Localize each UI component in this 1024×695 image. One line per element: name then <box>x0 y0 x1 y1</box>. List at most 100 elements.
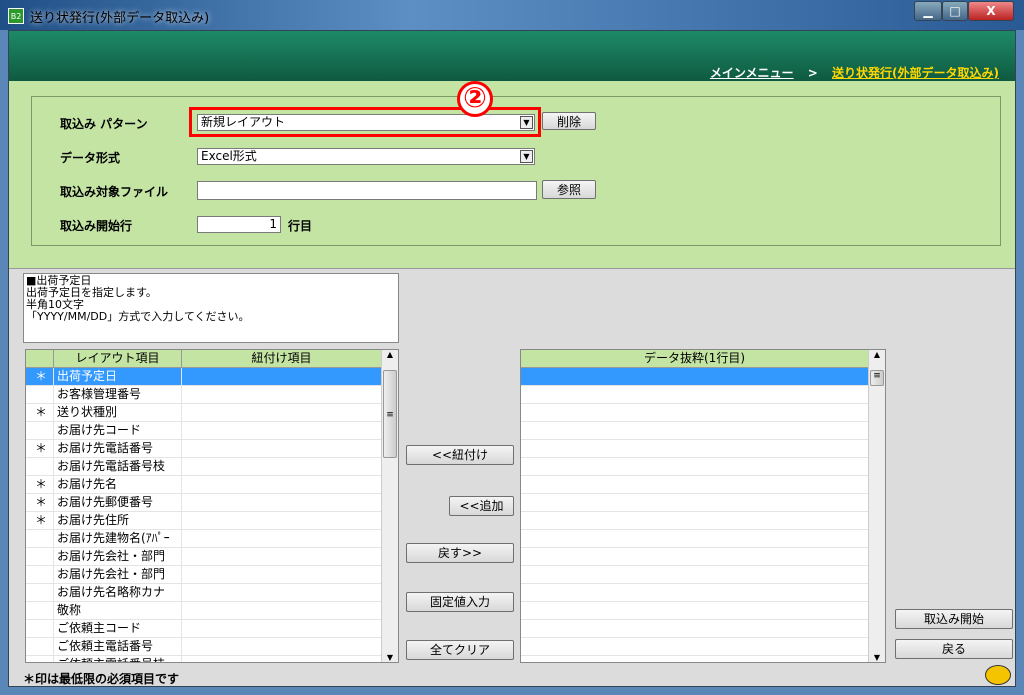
return-button[interactable]: 戻す>> <box>406 543 514 563</box>
browse-button[interactable]: 参照 <box>542 180 596 199</box>
scroll-thumb[interactable]: ≡ <box>870 370 884 386</box>
table-row[interactable]: ＊お届け先住所 <box>26 512 398 530</box>
scrollbar[interactable]: ▲ ≡ ▼ <box>381 350 398 662</box>
required-mark <box>26 548 54 565</box>
required-mark: ＊ <box>26 512 54 529</box>
close-button[interactable]: X <box>968 1 1014 21</box>
scroll-up-icon[interactable]: ▲ <box>382 350 398 359</box>
required-mark <box>26 386 54 403</box>
table-row[interactable]: お届け先会社・部門 <box>26 548 398 566</box>
field-description: ■出荷予定日 出荷予定日を指定します。 半角10文字 「YYYY/MM/DD」方… <box>23 273 399 343</box>
start-import-button[interactable]: 取込み開始 <box>895 609 1013 629</box>
table-row[interactable]: お届け先名略称カナ <box>26 584 398 602</box>
chevron-down-icon[interactable]: ▼ <box>520 150 533 163</box>
format-select[interactable]: Excel形式 ▼ <box>197 148 535 165</box>
table-row[interactable]: ＊出荷予定日 <box>26 368 398 386</box>
layout-item: お届け先電話番号 <box>54 440 182 457</box>
table-row[interactable] <box>521 530 885 548</box>
required-mark: ＊ <box>26 440 54 457</box>
link-button[interactable]: <<紐付け <box>406 445 514 465</box>
linked-item <box>182 656 382 662</box>
format-label: データ形式 <box>60 151 121 165</box>
scroll-up-icon[interactable]: ▲ <box>869 350 885 359</box>
layout-item: お届け先会社・部門 <box>54 548 182 565</box>
table-row[interactable]: ＊お届け先名 <box>26 476 398 494</box>
fixed-value-button[interactable]: 固定値入力 <box>406 592 514 612</box>
table-row[interactable] <box>521 602 885 620</box>
table-row[interactable] <box>521 548 885 566</box>
delete-button[interactable]: 削除 <box>542 112 596 130</box>
table-row[interactable]: ＊お届け先郵便番号 <box>26 494 398 512</box>
file-input[interactable] <box>197 181 537 200</box>
table-row[interactable] <box>521 386 885 404</box>
table-row[interactable]: お客様管理番号 <box>26 386 398 404</box>
table-row[interactable]: お届け先電話番号枝 <box>26 458 398 476</box>
table-row[interactable]: お届け先建物名(ｱﾊﾟｰ <box>26 530 398 548</box>
table-row[interactable]: お届け先コード <box>26 422 398 440</box>
clear-all-button[interactable]: 全てクリア <box>406 640 514 660</box>
table-row[interactable] <box>521 422 885 440</box>
table-row[interactable] <box>521 566 885 584</box>
table-row[interactable] <box>521 458 885 476</box>
required-mark: ＊ <box>26 476 54 493</box>
required-mark <box>26 602 54 619</box>
title-bar: B2 送り状発行(外部データ取込み) ▁ □ X <box>0 0 1024 30</box>
table-row[interactable] <box>521 476 885 494</box>
layout-item: 送り状種別 <box>54 404 182 421</box>
layout-item: お届け先名略称カナ <box>54 584 182 601</box>
layout-item: お届け先住所 <box>54 512 182 529</box>
add-button[interactable]: <<追加 <box>449 496 514 516</box>
table-row[interactable] <box>521 656 885 662</box>
table-row[interactable] <box>521 620 885 638</box>
col-header-required <box>26 350 54 367</box>
data-preview-grid[interactable]: データ抜粋(1行目) ▲ ≡ ▼ <box>520 349 886 663</box>
table-row[interactable]: ＊送り状種別 <box>26 404 398 422</box>
maximize-button[interactable]: □ <box>942 1 968 21</box>
linked-item <box>182 476 382 493</box>
table-row[interactable]: ご依頼主電話番号枝 <box>26 656 398 662</box>
breadcrumb-current[interactable]: 送り状発行(外部データ取込み) <box>832 66 999 80</box>
table-row[interactable] <box>521 584 885 602</box>
table-row[interactable]: お届け先会社・部門 <box>26 566 398 584</box>
table-row[interactable] <box>521 638 885 656</box>
required-mark <box>26 458 54 475</box>
start-row-label: 取込み開始行 <box>60 219 133 233</box>
scroll-thumb[interactable]: ≡ <box>383 370 397 458</box>
window-title: 送り状発行(外部データ取込み) <box>30 11 210 26</box>
scroll-down-icon[interactable]: ▼ <box>869 653 885 662</box>
scrollbar[interactable]: ▲ ≡ ▼ <box>868 350 885 662</box>
grid-body: ＊出荷予定日 お客様管理番号＊送り状種別 お届け先コード＊お届け先電話番号 お届け先電… <box>26 368 398 662</box>
breadcrumb-home-link[interactable]: メインメニュー <box>710 66 794 80</box>
linked-item <box>182 368 382 385</box>
table-row[interactable]: ＊お届け先電話番号 <box>26 440 398 458</box>
layout-item: 出荷予定日 <box>54 368 182 385</box>
linked-item <box>182 638 382 655</box>
required-mark <box>26 638 54 655</box>
table-row[interactable] <box>521 368 885 386</box>
back-button[interactable]: 戻る <box>895 639 1013 659</box>
minimize-button[interactable]: ▁ <box>914 1 942 21</box>
table-row[interactable]: ご依頼主電話番号 <box>26 638 398 656</box>
layout-grid[interactable]: レイアウト項目 紐付け項目 ＊出荷予定日 お客様管理番号＊送り状種別 お届け先コード… <box>25 349 399 663</box>
required-mark: ＊ <box>26 368 54 385</box>
client-area: メインメニュー > 送り状発行(外部データ取込み) 取込み パターン 新規レイア… <box>8 30 1016 687</box>
linked-item <box>182 386 382 403</box>
linked-item <box>182 584 382 601</box>
step-marker: ② <box>457 81 493 117</box>
table-row[interactable]: ご依頼主コード <box>26 620 398 638</box>
scroll-down-icon[interactable]: ▼ <box>382 653 398 662</box>
required-note: ＊印は最低限の必須項目です <box>23 672 180 686</box>
breadcrumb: メインメニュー > 送り状発行(外部データ取込み) <box>710 64 999 81</box>
table-row[interactable] <box>521 512 885 530</box>
linked-item <box>182 530 382 547</box>
table-row[interactable] <box>521 404 885 422</box>
layout-item: 敬称 <box>54 602 182 619</box>
header-banner: メインメニュー > 送り状発行(外部データ取込み) <box>9 31 1015 81</box>
table-row[interactable] <box>521 494 885 512</box>
table-row[interactable]: 敬称 <box>26 602 398 620</box>
table-row[interactable] <box>521 440 885 458</box>
required-mark: ＊ <box>26 494 54 511</box>
start-row-input[interactable]: 1 <box>197 216 281 233</box>
pattern-label: 取込み パターン <box>60 117 148 131</box>
col-header-layout: レイアウト項目 <box>54 350 182 367</box>
